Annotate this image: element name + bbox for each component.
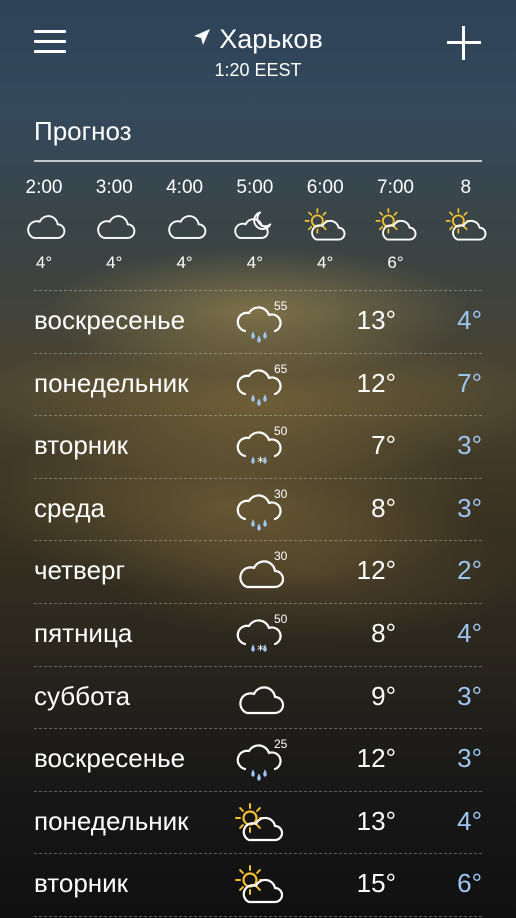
- day-name: вторник: [34, 430, 129, 461]
- cloud-icon: [234, 679, 285, 719]
- high-temp: 12°: [356, 555, 396, 586]
- high-temp: 13°: [356, 805, 396, 836]
- day-name: пятница: [34, 617, 133, 648]
- divider: [34, 160, 482, 162]
- high-temp: 12°: [356, 743, 396, 774]
- svg-text:*: *: [257, 643, 264, 659]
- location[interactable]: Харьков: [0, 22, 516, 55]
- low-temp: 3°: [457, 680, 482, 711]
- low-temp: 6°: [457, 868, 482, 899]
- low-temp: 7°: [457, 367, 482, 398]
- precip-probability: 55: [274, 299, 288, 313]
- cloud-moon-icon: [233, 209, 277, 243]
- high-temp: 13°: [356, 305, 396, 335]
- hour-item: 8: [421, 168, 511, 253]
- low-temp: 4°: [457, 617, 482, 648]
- day-name: понедельник: [34, 367, 189, 398]
- day-name: вторник: [34, 868, 129, 899]
- location-arrow-icon: [193, 22, 211, 53]
- low-temp: 3°: [457, 743, 482, 774]
- day-name: четверг: [34, 555, 125, 586]
- high-temp: 8°: [371, 492, 396, 523]
- sun-cloud-icon: [234, 865, 284, 906]
- svg-text:*: *: [257, 455, 264, 471]
- day-row[interactable]: понедельник 13° 4°: [34, 790, 482, 854]
- high-temp: 7°: [371, 430, 396, 461]
- day-row[interactable]: вторник * 50 7° 3°: [34, 415, 482, 478]
- low-temp: 2°: [457, 555, 482, 586]
- local-time: 1:20 EEST: [214, 60, 302, 80]
- day-row[interactable]: вторник 15° 6°: [34, 853, 482, 917]
- day-row[interactable]: среда 30 8° 3°: [34, 477, 482, 541]
- day-row[interactable]: понедельник 65 12° 7°: [34, 352, 482, 416]
- day-name: среда: [34, 492, 105, 523]
- high-temp: 9°: [371, 680, 396, 711]
- low-temp: 4°: [457, 805, 482, 836]
- cloud-icon: [163, 209, 207, 243]
- day-row[interactable]: четверг 30 12° 2°: [34, 540, 482, 603]
- cloud-icon: [22, 209, 66, 243]
- top-bar: Харьков 1:20 EEST: [0, 0, 516, 96]
- precip-probability: 50: [274, 611, 288, 626]
- precip-probability: 65: [274, 361, 288, 376]
- hour-temp: 6°: [387, 253, 404, 272]
- sun-cloud-icon: [234, 802, 284, 844]
- day-name: суббота: [34, 680, 131, 711]
- day-row[interactable]: воскресенье 25 12° 3°: [34, 728, 482, 791]
- sun-cloud-icon: [374, 208, 418, 243]
- add-location-icon[interactable]: [447, 26, 481, 60]
- hourly-forecast[interactable]: 2:00 4° 3:00 4° 4:00 4° 5:00 4° 6:00 4° 7:00 6° 8: [20, 168, 516, 280]
- low-temp: 3°: [457, 492, 482, 523]
- day-name: понедельник: [34, 805, 189, 836]
- day-name: воскресенье: [34, 305, 186, 335]
- day-name: воскресенье: [34, 743, 186, 774]
- daily-forecast: воскресенье 55 13° 4° понедельник 65 12° 7° втор…: [34, 290, 482, 917]
- day-row[interactable]: суббота 9° 3°: [34, 665, 482, 729]
- precip-probability: 30: [274, 549, 288, 564]
- high-temp: 8°: [371, 617, 396, 648]
- precip-probability: 25: [274, 737, 288, 752]
- low-temp: 4°: [457, 305, 482, 335]
- hour-time: 8: [460, 177, 472, 198]
- low-temp: 3°: [457, 430, 482, 461]
- precip-probability: 50: [274, 424, 288, 439]
- high-temp: 15°: [356, 868, 396, 899]
- sun-cloud-icon: [303, 208, 347, 243]
- sun-cloud-icon: [444, 208, 488, 243]
- day-row[interactable]: воскресенье 55 13° 4°: [34, 290, 482, 353]
- precip-probability: 30: [274, 486, 288, 501]
- high-temp: 12°: [356, 367, 396, 398]
- forecast-title: Прогноз: [34, 116, 132, 146]
- city-name: Харьков: [219, 24, 323, 54]
- cloud-icon: [92, 209, 136, 243]
- day-row[interactable]: пятница * 50 8° 4°: [34, 602, 482, 666]
